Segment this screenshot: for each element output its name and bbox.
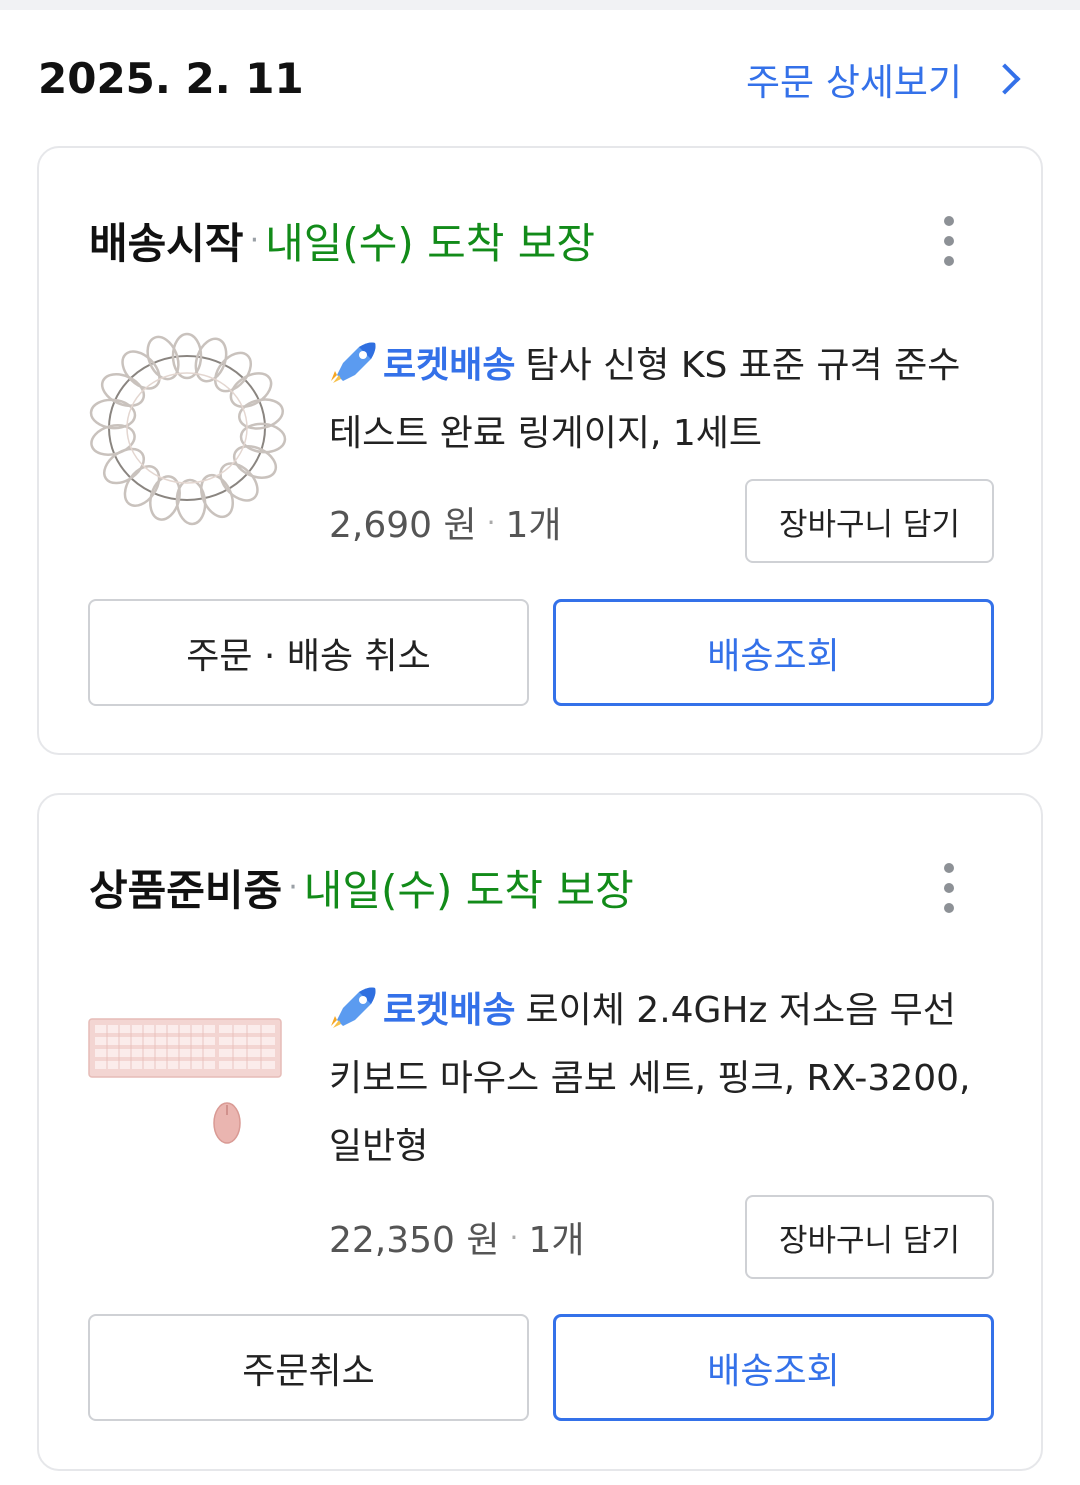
rocket-icon bbox=[329, 983, 377, 1028]
top-divider-strip bbox=[0, 0, 1080, 10]
add-to-cart-button[interactable]: 장바구니 담기 bbox=[745, 1195, 994, 1279]
chevron-right-icon bbox=[989, 63, 1021, 95]
more-options-icon[interactable] bbox=[937, 214, 961, 268]
product-title[interactable]: 로켓배송 탐사 신형 KS 표준 규격 준수 테스트 완료 링게이지, 1세트 bbox=[329, 332, 989, 468]
track-delivery-button[interactable]: 배송조회 bbox=[553, 1314, 994, 1421]
delivery-status-line: 배송시작 · 내일(수) 도착 보장 bbox=[89, 210, 595, 271]
track-delivery-button[interactable]: 배송조회 bbox=[553, 599, 994, 706]
add-to-cart-button[interactable]: 장바구니 담기 bbox=[745, 479, 994, 563]
product-quantity: 1개 bbox=[505, 505, 562, 546]
rocket-delivery-label: 로켓배송 bbox=[383, 345, 516, 386]
order-detail-link[interactable]: 주문 상세보기 bbox=[746, 52, 1028, 106]
ring-gauge-product-image[interactable] bbox=[87, 328, 287, 528]
price-quantity-line: 22,350 원 · 1개 bbox=[329, 1211, 584, 1263]
order-header: 2025. 2. 11 주문 상세보기 bbox=[38, 48, 1028, 108]
status-separator: · bbox=[249, 223, 260, 258]
price-separator: · bbox=[509, 1220, 519, 1254]
pink-keyboard-mouse-product-image[interactable] bbox=[87, 1015, 287, 1215]
order-date: 2025. 2. 11 bbox=[38, 54, 304, 103]
cancel-order-button[interactable]: 주문취소 bbox=[88, 1314, 529, 1421]
cancel-order-button[interactable]: 주문 · 배송 취소 bbox=[88, 599, 529, 706]
product-quantity: 1개 bbox=[528, 1220, 585, 1261]
order-item-card: 배송시작 · 내일(수) 도착 보장 로켓배송 탐사 신형 KS 표준 규격 준… bbox=[37, 146, 1043, 755]
price-quantity-line: 2,690 원 · 1개 bbox=[329, 496, 562, 548]
rocket-delivery-label: 로켓배송 bbox=[383, 990, 516, 1031]
price-separator: · bbox=[486, 505, 496, 539]
delivery-status: 상품준비중 bbox=[89, 866, 283, 915]
order-detail-link-label: 주문 상세보기 bbox=[745, 61, 962, 104]
product-price: 22,350 원 bbox=[329, 1220, 500, 1261]
product-title[interactable]: 로켓배송 로이체 2.4GHz 저소음 무선 키보드 마우스 콤보 세트, 핑크,… bbox=[329, 977, 989, 1181]
delivery-promise: 내일(수) 도착 보장 bbox=[303, 866, 634, 915]
rocket-icon bbox=[329, 338, 377, 383]
more-options-icon[interactable] bbox=[937, 861, 961, 915]
delivery-status-line: 상품준비중 · 내일(수) 도착 보장 bbox=[89, 857, 634, 918]
delivery-promise: 내일(수) 도착 보장 bbox=[265, 219, 596, 268]
delivery-status: 배송시작 bbox=[89, 219, 244, 268]
status-separator: · bbox=[288, 870, 298, 905]
product-price: 2,690 원 bbox=[329, 505, 477, 546]
order-item-card: 상품준비중 · 내일(수) 도착 보장 로켓배송 로이체 2.4GHz 저소음 … bbox=[37, 793, 1043, 1471]
